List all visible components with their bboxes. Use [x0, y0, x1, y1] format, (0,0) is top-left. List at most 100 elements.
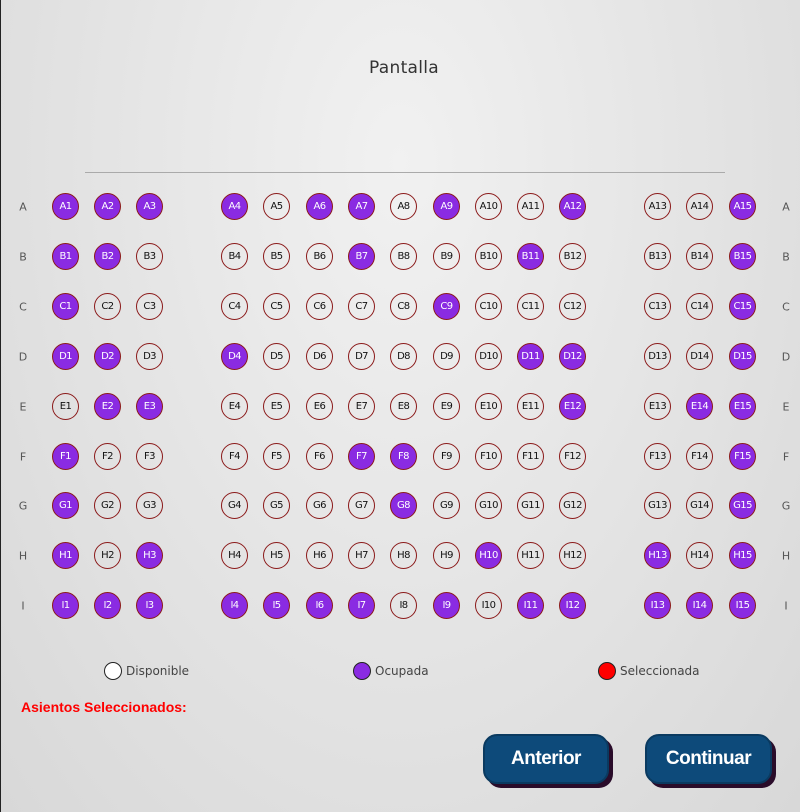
- seat-c6[interactable]: C6: [306, 292, 333, 320]
- seat-a11[interactable]: A11: [517, 193, 544, 220]
- seat-i5[interactable]: I5: [263, 592, 290, 620]
- seat-e9[interactable]: E9: [433, 392, 460, 420]
- seat-g9[interactable]: G9: [433, 492, 460, 520]
- seat-d3[interactable]: D3: [136, 342, 163, 370]
- seat-c11[interactable]: C11: [517, 292, 544, 320]
- seat-a7[interactable]: A7: [348, 193, 375, 220]
- seat-d10[interactable]: D10: [475, 342, 502, 370]
- seat-d15[interactable]: D15: [729, 342, 756, 370]
- seat-a2[interactable]: A2: [94, 193, 121, 220]
- seat-e2[interactable]: E2: [94, 392, 121, 420]
- seat-i12[interactable]: I12: [559, 592, 586, 620]
- seat-d13[interactable]: D13: [644, 342, 671, 370]
- seat-h3[interactable]: H3: [136, 542, 163, 570]
- seat-a5[interactable]: A5: [263, 193, 290, 220]
- seat-i1[interactable]: I1: [52, 592, 79, 620]
- seat-g14[interactable]: G14: [686, 492, 713, 520]
- seat-g6[interactable]: G6: [306, 492, 333, 520]
- seat-d4[interactable]: D4: [221, 342, 248, 370]
- seat-h10[interactable]: H10: [475, 542, 502, 570]
- seat-c15[interactable]: C15: [729, 292, 756, 320]
- seat-e1[interactable]: E1: [52, 392, 79, 420]
- seat-b15[interactable]: B15: [729, 242, 756, 270]
- seat-h14[interactable]: H14: [686, 542, 713, 570]
- seat-d8[interactable]: D8: [390, 342, 417, 370]
- seat-g3[interactable]: G3: [136, 492, 163, 520]
- seat-h5[interactable]: H5: [263, 542, 290, 570]
- seat-e15[interactable]: E15: [729, 392, 756, 420]
- seat-f3[interactable]: F3: [136, 442, 163, 470]
- seat-h9[interactable]: H9: [433, 542, 460, 570]
- seat-g4[interactable]: G4: [221, 492, 248, 520]
- seat-f6[interactable]: F6: [306, 442, 333, 470]
- seat-b14[interactable]: B14: [686, 242, 713, 270]
- seat-b6[interactable]: B6: [306, 242, 333, 270]
- seat-g12[interactable]: G12: [559, 492, 586, 520]
- seat-e13[interactable]: E13: [644, 392, 671, 420]
- seat-d9[interactable]: D9: [433, 342, 460, 370]
- seat-f12[interactable]: F12: [559, 442, 586, 470]
- seat-i4[interactable]: I4: [221, 592, 248, 620]
- seat-f9[interactable]: F9: [433, 442, 460, 470]
- seat-c7[interactable]: C7: [348, 292, 375, 320]
- seat-g13[interactable]: G13: [644, 492, 671, 520]
- seat-f11[interactable]: F11: [517, 442, 544, 470]
- seat-f5[interactable]: F5: [263, 442, 290, 470]
- seat-f14[interactable]: F14: [686, 442, 713, 470]
- seat-h15[interactable]: H15: [729, 542, 756, 570]
- seat-c10[interactable]: C10: [475, 292, 502, 320]
- seat-b2[interactable]: B2: [94, 242, 121, 270]
- seat-c9[interactable]: C9: [433, 292, 460, 320]
- seat-h11[interactable]: H11: [517, 542, 544, 570]
- seat-b3[interactable]: B3: [136, 242, 163, 270]
- seat-d11[interactable]: D11: [517, 342, 544, 370]
- seat-f1[interactable]: F1: [52, 442, 79, 470]
- seat-a1[interactable]: A1: [52, 193, 79, 220]
- seat-e10[interactable]: E10: [475, 392, 502, 420]
- seat-c12[interactable]: C12: [559, 292, 586, 320]
- seat-b10[interactable]: B10: [475, 242, 502, 270]
- seat-b7[interactable]: B7: [348, 242, 375, 270]
- seat-g11[interactable]: G11: [517, 492, 544, 520]
- seat-a3[interactable]: A3: [136, 193, 163, 220]
- seat-i8[interactable]: I8: [390, 592, 417, 620]
- seat-h7[interactable]: H7: [348, 542, 375, 570]
- seat-g10[interactable]: G10: [475, 492, 502, 520]
- seat-g5[interactable]: G5: [263, 492, 290, 520]
- seat-f13[interactable]: F13: [644, 442, 671, 470]
- seat-f2[interactable]: F2: [94, 442, 121, 470]
- seat-b8[interactable]: B8: [390, 242, 417, 270]
- previous-button[interactable]: Anterior: [483, 734, 609, 784]
- seat-i11[interactable]: I11: [517, 592, 544, 620]
- seat-g15[interactable]: G15: [729, 492, 756, 520]
- seat-f10[interactable]: F10: [475, 442, 502, 470]
- seat-e12[interactable]: E12: [559, 392, 586, 420]
- seat-a12[interactable]: A12: [559, 193, 586, 220]
- seat-a15[interactable]: A15: [729, 193, 756, 220]
- seat-e5[interactable]: E5: [263, 392, 290, 420]
- seat-b11[interactable]: B11: [517, 242, 544, 270]
- seat-g7[interactable]: G7: [348, 492, 375, 520]
- seat-d14[interactable]: D14: [686, 342, 713, 370]
- seat-i3[interactable]: I3: [136, 592, 163, 620]
- seat-c8[interactable]: C8: [390, 292, 417, 320]
- seat-i2[interactable]: I2: [94, 592, 121, 620]
- seat-g2[interactable]: G2: [94, 492, 121, 520]
- seat-h6[interactable]: H6: [306, 542, 333, 570]
- seat-i15[interactable]: I15: [729, 592, 756, 620]
- seat-a10[interactable]: A10: [475, 193, 502, 220]
- seat-h4[interactable]: H4: [221, 542, 248, 570]
- seat-a4[interactable]: A4: [221, 193, 248, 220]
- seat-d6[interactable]: D6: [306, 342, 333, 370]
- seat-g8[interactable]: G8: [390, 492, 417, 520]
- seat-e7[interactable]: E7: [348, 392, 375, 420]
- seat-d7[interactable]: D7: [348, 342, 375, 370]
- seat-c5[interactable]: C5: [263, 292, 290, 320]
- seat-d2[interactable]: D2: [94, 342, 121, 370]
- seat-d1[interactable]: D1: [52, 342, 79, 370]
- seat-a14[interactable]: A14: [686, 193, 713, 220]
- seat-a6[interactable]: A6: [306, 193, 333, 220]
- seat-c13[interactable]: C13: [644, 292, 671, 320]
- seat-e3[interactable]: E3: [136, 392, 163, 420]
- seat-b5[interactable]: B5: [263, 242, 290, 270]
